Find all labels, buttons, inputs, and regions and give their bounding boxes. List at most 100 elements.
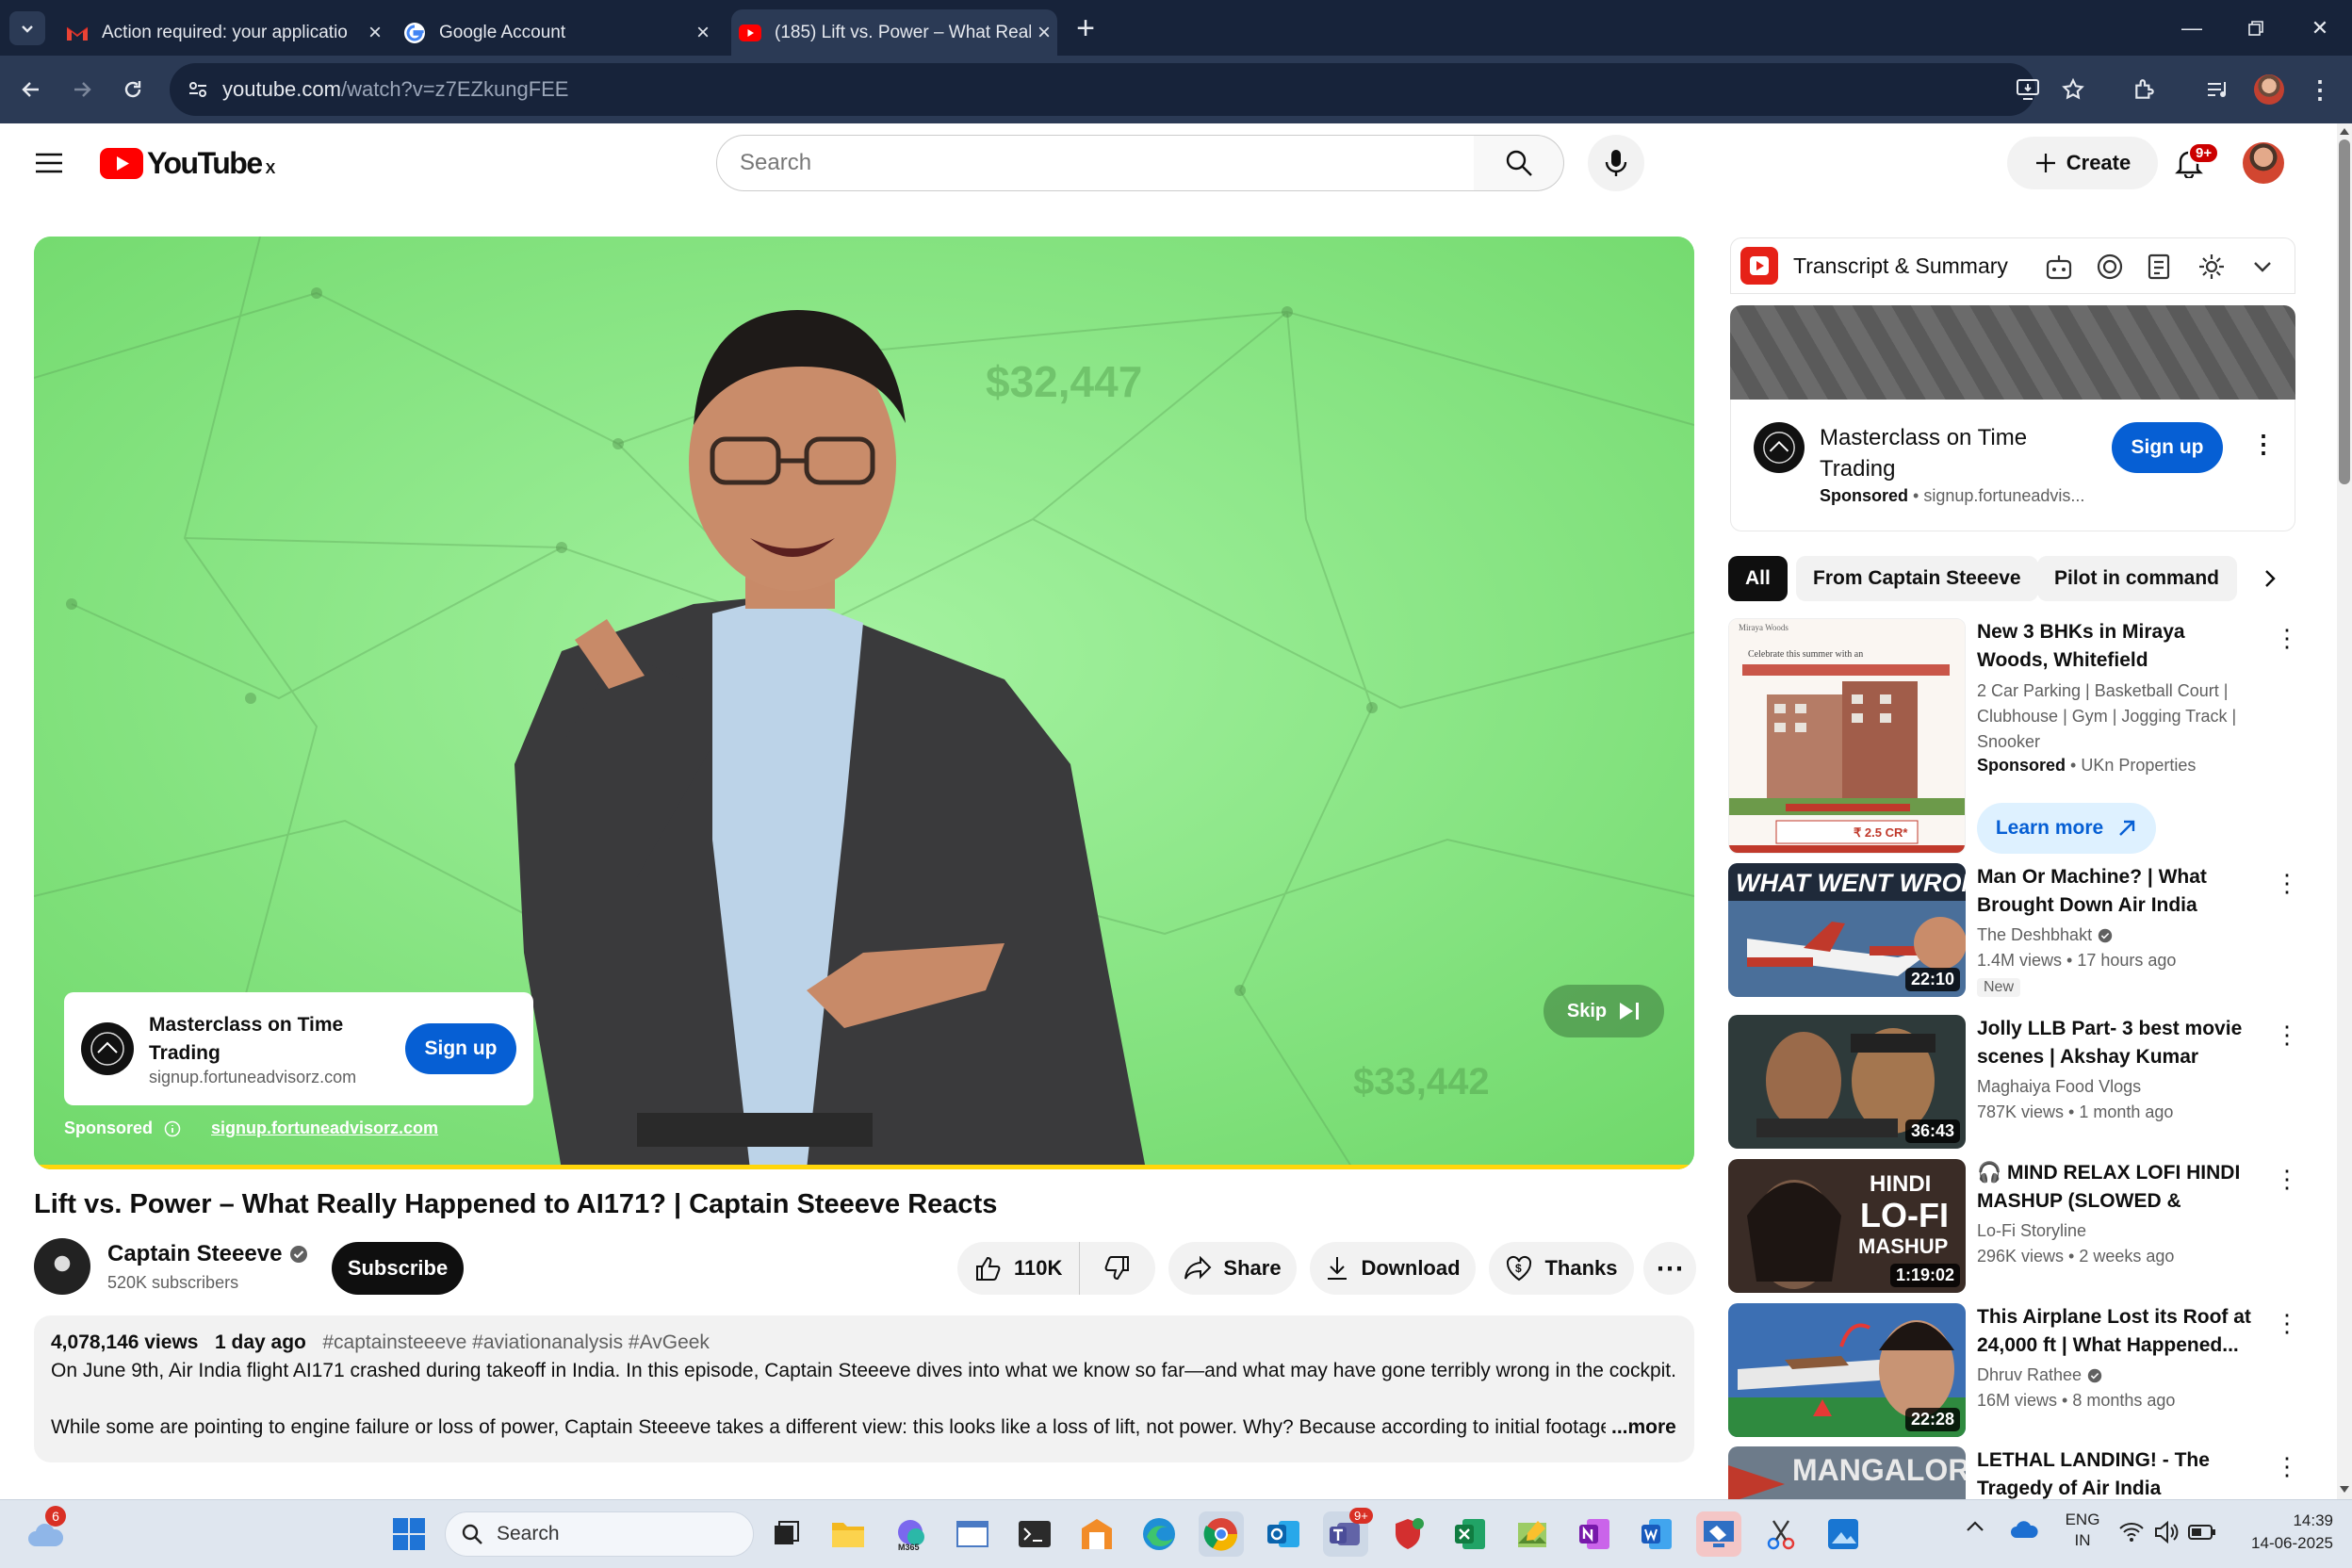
show-more-link[interactable]: ...more xyxy=(1611,1413,1676,1442)
rec-channel[interactable]: Lo-Fi Storyline xyxy=(1977,1221,2086,1241)
rec-menu-icon[interactable]: ⋮ xyxy=(2275,1021,2299,1050)
snipping-tool-icon[interactable] xyxy=(1758,1511,1804,1557)
ad-signup-button[interactable]: Sign up xyxy=(405,1023,516,1074)
close-tab-icon[interactable]: × xyxy=(1031,20,1057,46)
side-ad-signup-button[interactable]: Sign up xyxy=(2112,422,2223,473)
edge-icon[interactable] xyxy=(1136,1511,1182,1557)
create-button[interactable]: Create xyxy=(2007,137,2158,189)
rec-title[interactable]: Man Or Machine? | What Brought Down Air … xyxy=(1977,863,2260,920)
channel-avatar[interactable] xyxy=(34,1238,90,1295)
minimize-icon[interactable]: — xyxy=(2160,0,2224,56)
onedrive-icon[interactable] xyxy=(2009,1519,2041,1547)
sponsored-url-link[interactable]: signup.fortuneadvisorz.com xyxy=(211,1119,438,1138)
info-icon[interactable] xyxy=(164,1120,181,1137)
wifi-icon[interactable] xyxy=(2118,1521,2145,1544)
description-box[interactable]: 4,078,146 views 1 day ago #captainsteeev… xyxy=(34,1315,1694,1462)
video-thumbnail[interactable]: WHAT WENT WRONG? 22:10 xyxy=(1728,863,1966,997)
side-ad-banner[interactable] xyxy=(1730,305,2295,400)
browser-tab-google-account[interactable]: Google Account × xyxy=(396,9,716,56)
search-button[interactable] xyxy=(1474,135,1564,191)
photo-editor-icon[interactable] xyxy=(1510,1511,1555,1557)
list-item-video[interactable]: 36:43 Jolly LLB Part- 3 best movie scene… xyxy=(1728,1015,2312,1149)
ad-card-title[interactable]: Masterclass on Time Trading xyxy=(149,1011,356,1068)
share-button[interactable]: Share xyxy=(1168,1242,1297,1295)
hashtags[interactable]: #captainsteeeve #aviationanalysis #AvGee… xyxy=(322,1331,710,1353)
address-bar[interactable]: youtube.com/watch?v=z7EZkungFEE xyxy=(170,63,2035,116)
chevron-down-icon[interactable] xyxy=(2247,252,2278,282)
notes-icon[interactable] xyxy=(2146,252,2176,282)
bookmark-star-icon[interactable] xyxy=(2050,67,2096,112)
browser-menu-icon[interactable]: ⋮ xyxy=(2297,67,2343,112)
list-item-video[interactable]: WHAT WENT WRONG? 22:10 Man Or Machine? |… xyxy=(1728,863,2312,997)
chips-next-icon[interactable] xyxy=(2245,556,2295,601)
start-button[interactable] xyxy=(386,1511,432,1557)
video-thumbnail[interactable]: HINDI LO-FI MASHUP 1:19:02 xyxy=(1728,1159,1966,1293)
chip-all[interactable]: All xyxy=(1728,556,1788,601)
list-item-video[interactable]: 22:28 This Airplane Lost its Roof at 24,… xyxy=(1728,1303,2312,1437)
show-hidden-icons[interactable] xyxy=(1966,1519,1994,1547)
terminal-icon[interactable] xyxy=(1012,1511,1057,1557)
scroll-up-icon[interactable] xyxy=(2339,126,2350,138)
skip-ad-button[interactable]: Skip xyxy=(1544,985,1664,1037)
teams-icon[interactable]: 9+ xyxy=(1323,1508,1373,1557)
security-app-icon[interactable] xyxy=(1385,1511,1430,1557)
settings-gear-icon[interactable] xyxy=(2197,252,2227,282)
property-ad-thumbnail[interactable]: Miraya Woods Celebrate this summer with … xyxy=(1728,618,1966,854)
rec-menu-icon[interactable]: ⋮ xyxy=(2275,869,2299,898)
rec-menu-icon[interactable]: ⋮ xyxy=(2275,624,2299,653)
excel-icon[interactable] xyxy=(1447,1511,1493,1557)
rec-menu-icon[interactable]: ⋮ xyxy=(2275,1165,2299,1194)
list-item-video[interactable]: MANGALORE LETHAL LANDING! - The Tragedy … xyxy=(1728,1446,2312,1499)
chatgpt-icon[interactable] xyxy=(2095,252,2125,282)
close-window-icon[interactable]: ✕ xyxy=(2288,0,2352,56)
window-app-icon[interactable] xyxy=(950,1511,995,1557)
reload-icon[interactable] xyxy=(107,64,158,115)
rec-title[interactable]: This Airplane Lost its Roof at 24,000 ft… xyxy=(1977,1303,2260,1360)
install-app-icon[interactable] xyxy=(2005,67,2050,112)
chip-pilot-in-command[interactable]: Pilot in command xyxy=(2037,556,2237,601)
scrollbar-thumb[interactable] xyxy=(2339,139,2350,484)
rec-title[interactable]: 🎧 MIND RELAX LOFI HINDI MASHUP (SLOWED &… xyxy=(1977,1159,2260,1216)
transcript-summary-bar[interactable]: Transcript & Summary xyxy=(1730,237,2295,294)
remote-desktop-icon[interactable] xyxy=(1696,1511,1741,1557)
rec-channel[interactable]: Dhruv Rathee xyxy=(1977,1365,2102,1385)
extensions-icon[interactable] xyxy=(2122,67,2167,112)
rec-channel[interactable]: Maghaiya Food Vlogs xyxy=(1977,1077,2141,1097)
rec-menu-icon[interactable]: ⋮ xyxy=(2275,1452,2299,1481)
chrome-icon[interactable] xyxy=(1199,1511,1244,1557)
close-tab-icon[interactable]: × xyxy=(362,20,388,46)
video-thumbnail[interactable]: 36:43 xyxy=(1728,1015,1966,1149)
side-ad-menu-icon[interactable]: ⋮ xyxy=(2251,430,2276,459)
back-icon[interactable] xyxy=(6,64,57,115)
forward-icon[interactable] xyxy=(57,64,107,115)
side-ad-title[interactable]: Masterclass on Time Trading xyxy=(1820,422,2102,484)
m365-icon[interactable]: M365 xyxy=(888,1511,933,1557)
voice-search-button[interactable] xyxy=(1588,135,1644,191)
video-thumbnail[interactable]: MANGALORE xyxy=(1728,1446,1966,1499)
profile-avatar-icon[interactable] xyxy=(2246,67,2292,112)
download-button[interactable]: Download xyxy=(1310,1242,1476,1295)
rec-channel[interactable]: The Deshbhakt xyxy=(1977,925,2113,945)
list-item-sponsored-property[interactable]: Miraya Woods Celebrate this summer with … xyxy=(1728,618,2312,856)
word-icon[interactable] xyxy=(1634,1511,1679,1557)
taskbar-search[interactable]: Search xyxy=(445,1511,754,1557)
search-input[interactable]: Search xyxy=(716,135,1475,191)
video-thumbnail[interactable]: 22:28 xyxy=(1728,1303,1966,1437)
browser-tab-gmail[interactable]: Action required: your applicatio × xyxy=(58,9,388,56)
battery-icon[interactable] xyxy=(2188,1523,2216,1542)
like-button[interactable]: 110K xyxy=(957,1242,1081,1295)
list-item-video[interactable]: HINDI LO-FI MASHUP 1:19:02 🎧 MIND RELAX … xyxy=(1728,1159,2312,1293)
outlook-icon[interactable] xyxy=(1261,1511,1306,1557)
rec-title[interactable]: Jolly LLB Part- 3 best movie scenes | Ak… xyxy=(1977,1015,2260,1071)
channel-name[interactable]: Captain Steeeve xyxy=(107,1241,308,1267)
chip-from-captain-steeeve[interactable]: From Captain Steeeve xyxy=(1796,556,2038,601)
clock[interactable]: 14:39 14-06-2025 xyxy=(2230,1510,2333,1555)
robot-icon[interactable] xyxy=(2044,252,2074,282)
hamburger-menu-icon[interactable] xyxy=(28,144,70,182)
learn-more-button[interactable]: Learn more xyxy=(1977,803,2156,854)
language-indicator[interactable]: ENG IN xyxy=(2064,1510,2101,1551)
rec-title[interactable]: LETHAL LANDING! - The Tragedy of Air Ind… xyxy=(1977,1446,2260,1499)
youtube-logo[interactable]: YouTube X xyxy=(100,146,275,181)
side-ad-card[interactable]: Masterclass on Time Trading Sponsored • … xyxy=(1730,400,2295,531)
close-tab-icon[interactable]: × xyxy=(690,20,716,46)
